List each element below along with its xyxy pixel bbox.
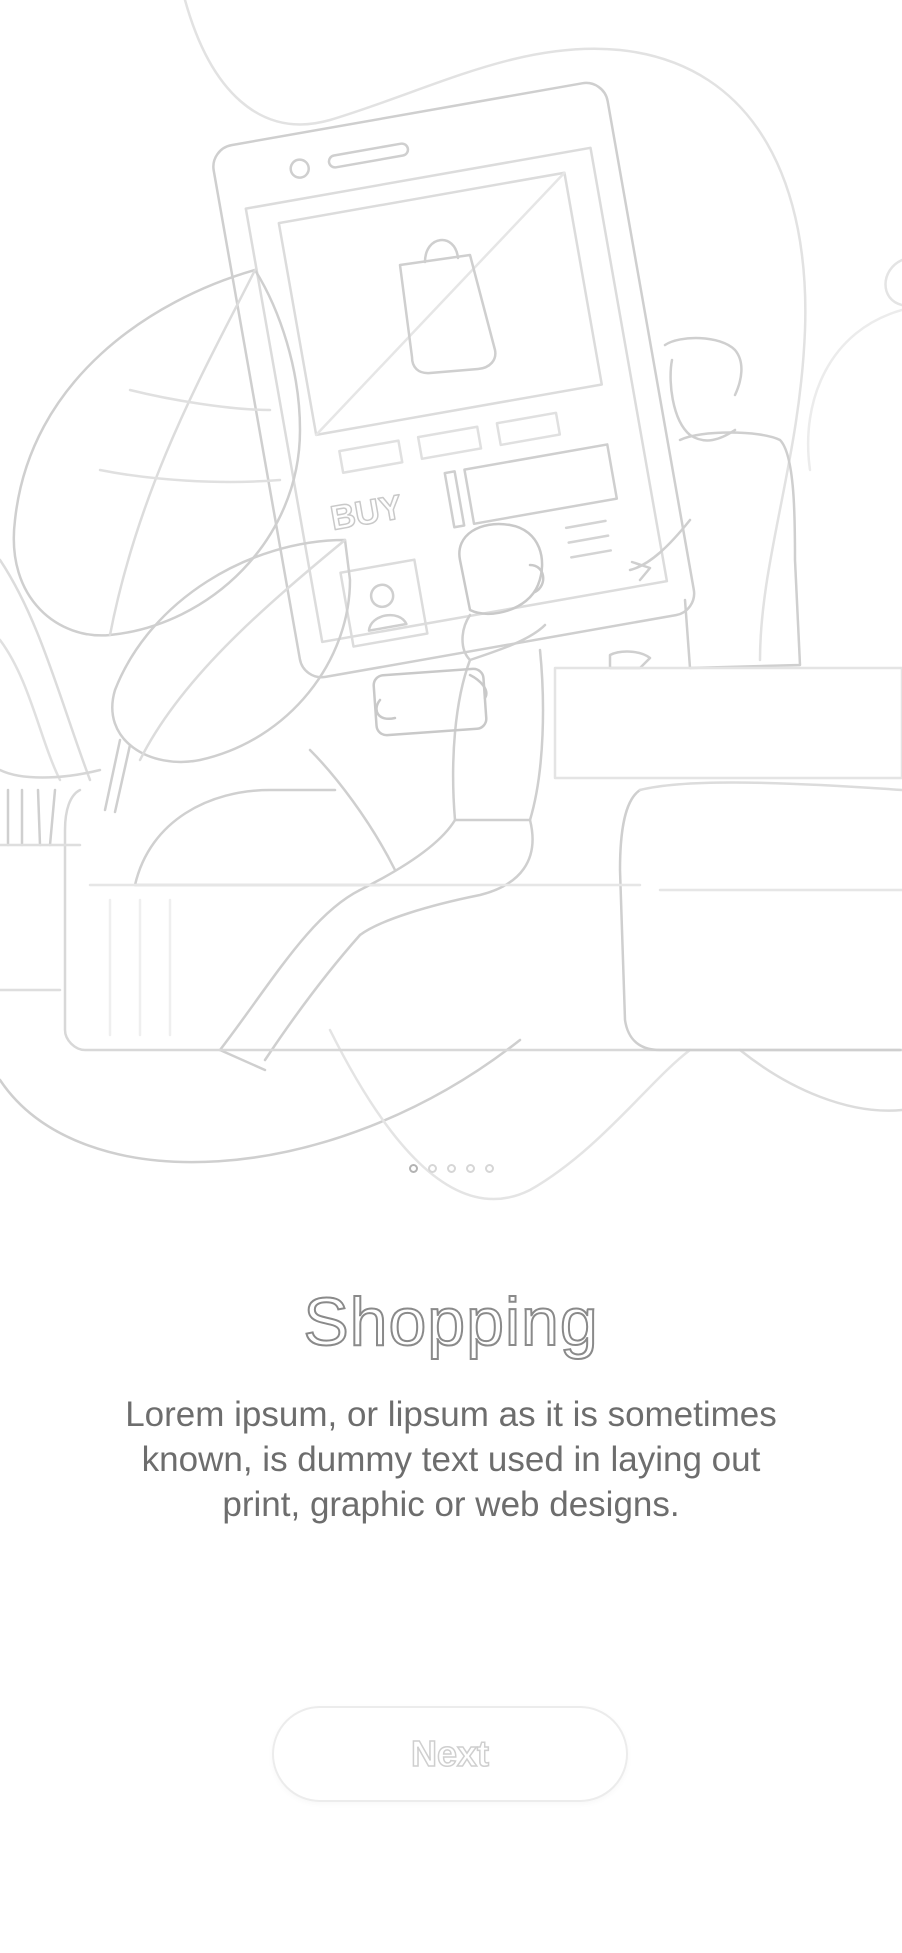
shopping-illustration: BUY: [0, 0, 902, 1220]
page-dot-3[interactable]: [446, 1164, 456, 1173]
shopping-illustration-art: BUY: [0, 0, 902, 1201]
next-button-label: Next: [410, 1732, 490, 1775]
page-indicator: [0, 1164, 902, 1173]
next-button[interactable]: Next: [272, 1706, 628, 1802]
onboarding-title: Shopping: [302, 1283, 599, 1361]
page-dot-2[interactable]: [427, 1164, 437, 1173]
onboarding-description: Lorem ipsum, or lipsum as it is sometime…: [125, 1395, 777, 1524]
page-dot-1[interactable]: [408, 1164, 418, 1173]
onboarding-screen: BUY Shopping Lorem ipsum, or lipsum as i…: [0, 0, 902, 1953]
svg-text:BUY: BUY: [328, 488, 406, 538]
page-dot-5[interactable]: [484, 1164, 494, 1173]
page-dot-4[interactable]: [465, 1164, 475, 1173]
